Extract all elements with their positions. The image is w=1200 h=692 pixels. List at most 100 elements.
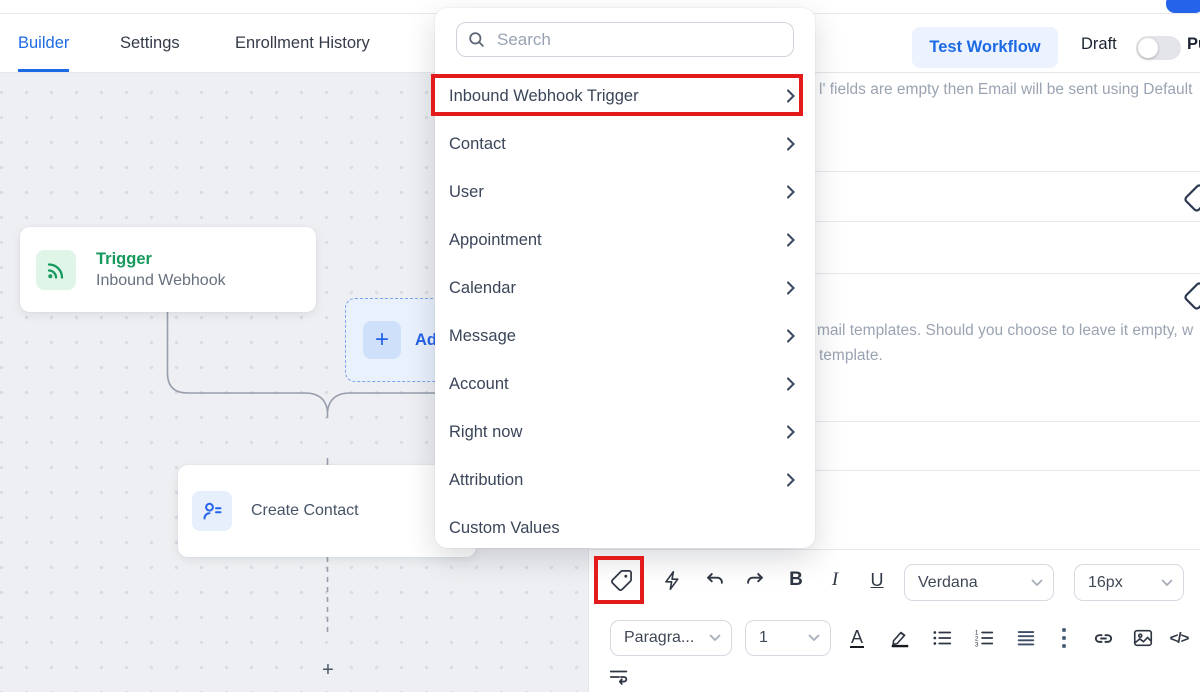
menu-item-user[interactable]: User	[435, 168, 815, 216]
chevron-down-icon	[808, 634, 820, 642]
trigger-card-title: Trigger	[96, 248, 226, 270]
chevron-right-icon	[784, 329, 798, 343]
ordered-list-button[interactable]: 123	[966, 620, 1002, 656]
font-size-value: 16px	[1088, 574, 1123, 592]
text-wrap-button[interactable]	[601, 659, 637, 692]
menu-item-label: Appointment	[449, 231, 542, 250]
helper-text-line1: mail templates. Should you choose to lea…	[817, 322, 1193, 340]
trigger-node-card[interactable]: Trigger Inbound Webhook	[20, 227, 316, 312]
search-icon	[467, 30, 486, 49]
menu-item-label: Inbound Webhook Trigger	[449, 87, 639, 106]
align-justify-icon	[1015, 627, 1037, 649]
search-input[interactable]	[495, 29, 783, 51]
test-workflow-button[interactable]: Test Workflow	[912, 27, 1058, 68]
line-height-value: 1	[759, 629, 768, 647]
chevron-down-icon	[709, 634, 721, 642]
insert-image-button[interactable]	[1125, 620, 1161, 656]
menu-item-label: Message	[449, 327, 516, 346]
tab-settings[interactable]: Settings	[120, 15, 180, 72]
chevron-right-icon	[784, 89, 798, 103]
undo-icon	[704, 569, 726, 591]
line-height-dropdown[interactable]: 1	[745, 620, 831, 656]
chevron-right-icon	[784, 137, 798, 151]
chevron-right-icon	[784, 233, 798, 247]
trigger-icon-tile	[36, 250, 76, 290]
text-color-icon: A	[850, 628, 864, 649]
inbound-webhook-icon	[44, 258, 68, 282]
tag-icon	[610, 569, 633, 592]
menu-search-box	[456, 22, 794, 57]
align-button[interactable]	[1008, 620, 1044, 656]
chevron-right-icon	[784, 281, 798, 295]
bullet-list-button[interactable]	[924, 620, 960, 656]
menu-item-calendar[interactable]: Calendar	[435, 264, 815, 312]
trigger-link-button[interactable]	[654, 562, 690, 598]
undo-button[interactable]	[697, 562, 733, 598]
italic-button[interactable]: I	[817, 562, 853, 598]
code-view-button[interactable]: </>	[1161, 620, 1197, 656]
top-blue-button-fragment[interactable]	[1166, 0, 1200, 13]
font-family-value: Verdana	[918, 574, 978, 592]
more-options-button[interactable]	[1046, 620, 1082, 656]
paragraph-style-dropdown[interactable]: Paragra...	[610, 620, 732, 656]
menu-item-right-now[interactable]: Right now	[435, 408, 815, 456]
helper-text-top: l' fields are empty then Email will be s…	[819, 81, 1192, 99]
create-contact-node-card[interactable]: Create Contact	[178, 465, 476, 557]
wrap-text-icon	[608, 666, 630, 688]
menu-item-label: Calendar	[449, 279, 516, 298]
lightning-icon	[662, 570, 683, 591]
trigger-card-subtitle: Inbound Webhook	[96, 270, 226, 292]
chevron-right-icon	[784, 425, 798, 439]
font-size-dropdown[interactable]: 16px	[1074, 564, 1184, 601]
menu-item-contact[interactable]: Contact	[435, 120, 815, 168]
ordered-list-icon: 123	[973, 627, 995, 649]
menu-item-attribution[interactable]: Attribution	[435, 456, 815, 504]
menu-item-custom-values[interactable]: Custom Values	[435, 504, 815, 548]
publish-toggle[interactable]	[1136, 36, 1181, 60]
paragraph-style-value: Paragra...	[624, 629, 694, 647]
redo-icon	[744, 569, 766, 591]
menu-item-inbound-webhook-trigger[interactable]: Inbound Webhook Trigger	[435, 72, 815, 120]
menu-item-label: Custom Values	[449, 519, 560, 538]
workflow-builder-screen: Builder Settings Enrollment History Test…	[0, 0, 1200, 692]
menu-item-label: User	[449, 183, 484, 202]
highlight-color-button[interactable]	[882, 620, 918, 656]
kebab-menu-icon	[1061, 626, 1067, 650]
insert-link-button[interactable]	[1085, 620, 1121, 656]
tab-enrollment-history[interactable]: Enrollment History	[235, 15, 370, 72]
link-icon	[1092, 627, 1115, 650]
create-contact-icon-tile	[192, 491, 232, 531]
chevron-right-icon	[784, 185, 798, 199]
font-family-dropdown[interactable]: Verdana	[904, 564, 1054, 601]
create-contact-label: Create Contact	[251, 502, 359, 520]
draft-label: Draft	[1081, 35, 1117, 54]
chevron-down-icon	[1161, 579, 1173, 587]
menu-item-label: Attribution	[449, 471, 523, 490]
plus-icon: +	[363, 321, 401, 359]
bullet-list-icon	[931, 627, 953, 649]
text-color-button[interactable]: A	[839, 620, 875, 656]
redo-button[interactable]	[737, 562, 773, 598]
custom-values-tag-icon[interactable]	[1183, 281, 1200, 311]
publish-label: Pu	[1187, 35, 1200, 54]
menu-item-account[interactable]: Account	[435, 360, 815, 408]
insert-tag-button[interactable]	[603, 562, 639, 598]
menu-item-label: Contact	[449, 135, 506, 154]
add-step-plus-button[interactable]: +	[317, 658, 339, 682]
tab-builder[interactable]: Builder	[18, 15, 69, 72]
toolbar-divider	[589, 549, 1200, 550]
underline-button[interactable]: U	[859, 562, 895, 598]
menu-item-appointment[interactable]: Appointment	[435, 216, 815, 264]
helper-text-line2: template.	[819, 347, 883, 365]
chevron-down-icon	[1031, 579, 1043, 587]
image-icon	[1132, 627, 1154, 649]
chevron-right-icon	[784, 473, 798, 487]
toggle-knob	[1138, 38, 1158, 58]
menu-item-label: Account	[449, 375, 509, 394]
highlighter-icon	[889, 627, 911, 649]
custom-values-tag-icon[interactable]	[1183, 183, 1200, 213]
create-contact-icon	[200, 499, 224, 523]
menu-item-message[interactable]: Message	[435, 312, 815, 360]
bold-button[interactable]: B	[778, 562, 814, 598]
svg-text:3: 3	[975, 641, 979, 648]
